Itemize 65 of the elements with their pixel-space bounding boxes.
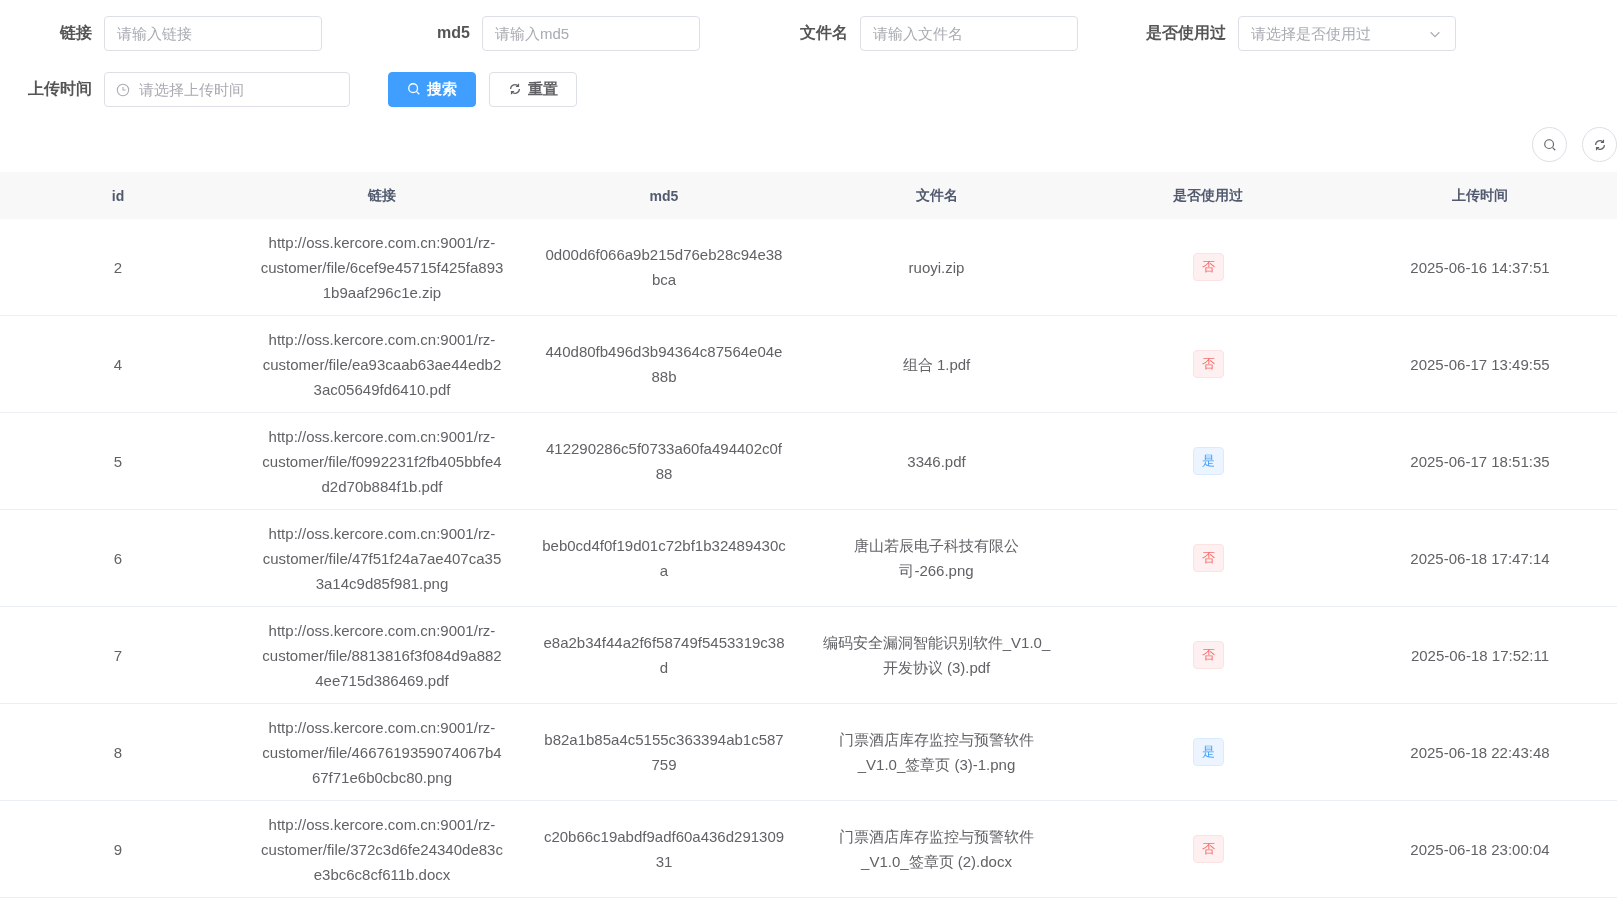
input-field[interactable]: 请输入文件名 bbox=[860, 15, 1078, 51]
table-cell: http://oss.kercore.com.cn:9001/rz-customer/file/4667619359074067b467f71e6b0cbc80.png bbox=[236, 703, 528, 801]
table-cell: http://oss.kercore.com.cn:9001/rz-customer/file/372c3d6fe24340de83ce3bc6c8cf611b.docx bbox=[236, 800, 528, 898]
status-tag: 否 bbox=[1192, 544, 1224, 572]
table-cell: http://oss.kercore.com.cn:9001/rz-customer/file/f0992231f2fb405bbfe4d2d70b884f1b.pdf bbox=[236, 412, 528, 510]
table-cell: 412290286c5f0733a60fa494402c0f88 bbox=[528, 412, 800, 510]
table-cell: 4 bbox=[0, 315, 236, 413]
table-cell: 2 bbox=[0, 219, 236, 316]
table-cell: beb0cd4f0f19d01c72bf1b32489430ca bbox=[528, 509, 800, 607]
status-tag: 否 bbox=[1192, 253, 1224, 281]
table-cell: c20b66c19abdf9adf60a436d29130931 bbox=[528, 800, 800, 898]
table-cell: 2025-06-18 17:52:11 bbox=[1343, 606, 1617, 704]
search-button[interactable] bbox=[1532, 127, 1567, 162]
table-cell: http://oss.kercore.com.cn:9001/rz-customer/file/6cef9e45715f425fa8931b9aaf296c1e.zip bbox=[236, 219, 528, 316]
table-cell: 门票酒店库存监控与预警软件_V1.0_签章页 (2).docx bbox=[800, 800, 1073, 898]
table-cell: 组合 1.pdf bbox=[800, 315, 1073, 413]
refresh-button[interactable] bbox=[1582, 127, 1617, 162]
field-label: md5 bbox=[436, 24, 470, 42]
table-cell: 8 bbox=[0, 703, 236, 801]
table-cell: e8a2b34f44a2f6f58749f5453319c38d bbox=[528, 606, 800, 704]
column-header: 链接 bbox=[236, 172, 528, 219]
column-header: 是否使用过 bbox=[1073, 172, 1343, 219]
status-tag: 否 bbox=[1192, 835, 1224, 863]
field-label: 链接 bbox=[58, 22, 92, 43]
refresh-icon bbox=[1592, 137, 1607, 152]
table-cell: 门票酒店库存监控与预警软件_V1.0_签章页 (3)-1.png bbox=[800, 703, 1073, 801]
table-cell: 6 bbox=[0, 509, 236, 607]
status-tag: 否 bbox=[1192, 641, 1224, 669]
field-label: 文件名 bbox=[799, 22, 848, 43]
table-cell: 唐山若辰电子科技有限公司-266.png bbox=[800, 509, 1073, 607]
field-label: 是否使用过 bbox=[1145, 22, 1226, 43]
column-header: 文件名 bbox=[800, 172, 1073, 219]
table-cell: 2025-06-18 22:43:48 bbox=[1343, 703, 1617, 801]
table-cell: 2025-06-17 13:49:55 bbox=[1343, 315, 1617, 413]
search-icon bbox=[407, 82, 421, 96]
table-cell: http://oss.kercore.com.cn:9001/rz-customer/file/ea93caab63ae44edb23ac05649fd6410.pdf bbox=[236, 315, 528, 413]
table-cell: 2025-06-17 18:51:35 bbox=[1343, 412, 1617, 510]
reset-button[interactable]: 重置 bbox=[489, 71, 577, 107]
status-tag: 否 bbox=[1192, 350, 1224, 378]
column-header: 上传时间 bbox=[1343, 172, 1617, 219]
refresh-icon bbox=[508, 82, 522, 96]
table-cell: 编码安全漏洞智能识别软件_V1.0_开发协议 (3).pdf bbox=[800, 606, 1073, 704]
column-header: md5 bbox=[528, 172, 800, 219]
table-cell: 9 bbox=[0, 800, 236, 898]
table-cell: 7 bbox=[0, 606, 236, 704]
status-tag: 是 bbox=[1192, 738, 1224, 766]
field-label: 上传时间 bbox=[27, 78, 92, 99]
date-field[interactable]: 请选择上传时间 bbox=[104, 71, 350, 107]
table-cell: ruoyi.zip bbox=[800, 219, 1073, 316]
table-cell: http://oss.kercore.com.cn:9001/rz-customer/file/47f51f24a7ae407ca353a14c9d85f981.png bbox=[236, 509, 528, 607]
table-cell: 2025-06-18 23:00:04 bbox=[1343, 800, 1617, 898]
column-header: id bbox=[0, 172, 236, 219]
input-field[interactable]: 请输入链接 bbox=[104, 15, 322, 51]
table-cell: b82a1b85a4c5155c363394ab1c587759 bbox=[528, 703, 800, 801]
table-cell: http://oss.kercore.com.cn:9001/rz-customer/file/8813816f3f084d9a8824ee715d386469.pdf bbox=[236, 606, 528, 704]
table-cell: 440d80fb496d3b94364c87564e04e88b bbox=[528, 315, 800, 413]
search-icon bbox=[1542, 137, 1557, 152]
table-cell: 3346.pdf bbox=[800, 412, 1073, 510]
table-cell: 5 bbox=[0, 412, 236, 510]
input-field[interactable]: 请输入md5 bbox=[482, 15, 700, 51]
table-cell: 2025-06-16 14:37:51 bbox=[1343, 219, 1617, 316]
status-tag: 是 bbox=[1192, 447, 1224, 475]
table-cell: 2025-06-18 17:47:14 bbox=[1343, 509, 1617, 607]
table-cell: 0d00d6f066a9b215d76eb28c94e38bca bbox=[528, 219, 800, 316]
select-field[interactable]: 请选择是否使用过 bbox=[1238, 15, 1456, 51]
